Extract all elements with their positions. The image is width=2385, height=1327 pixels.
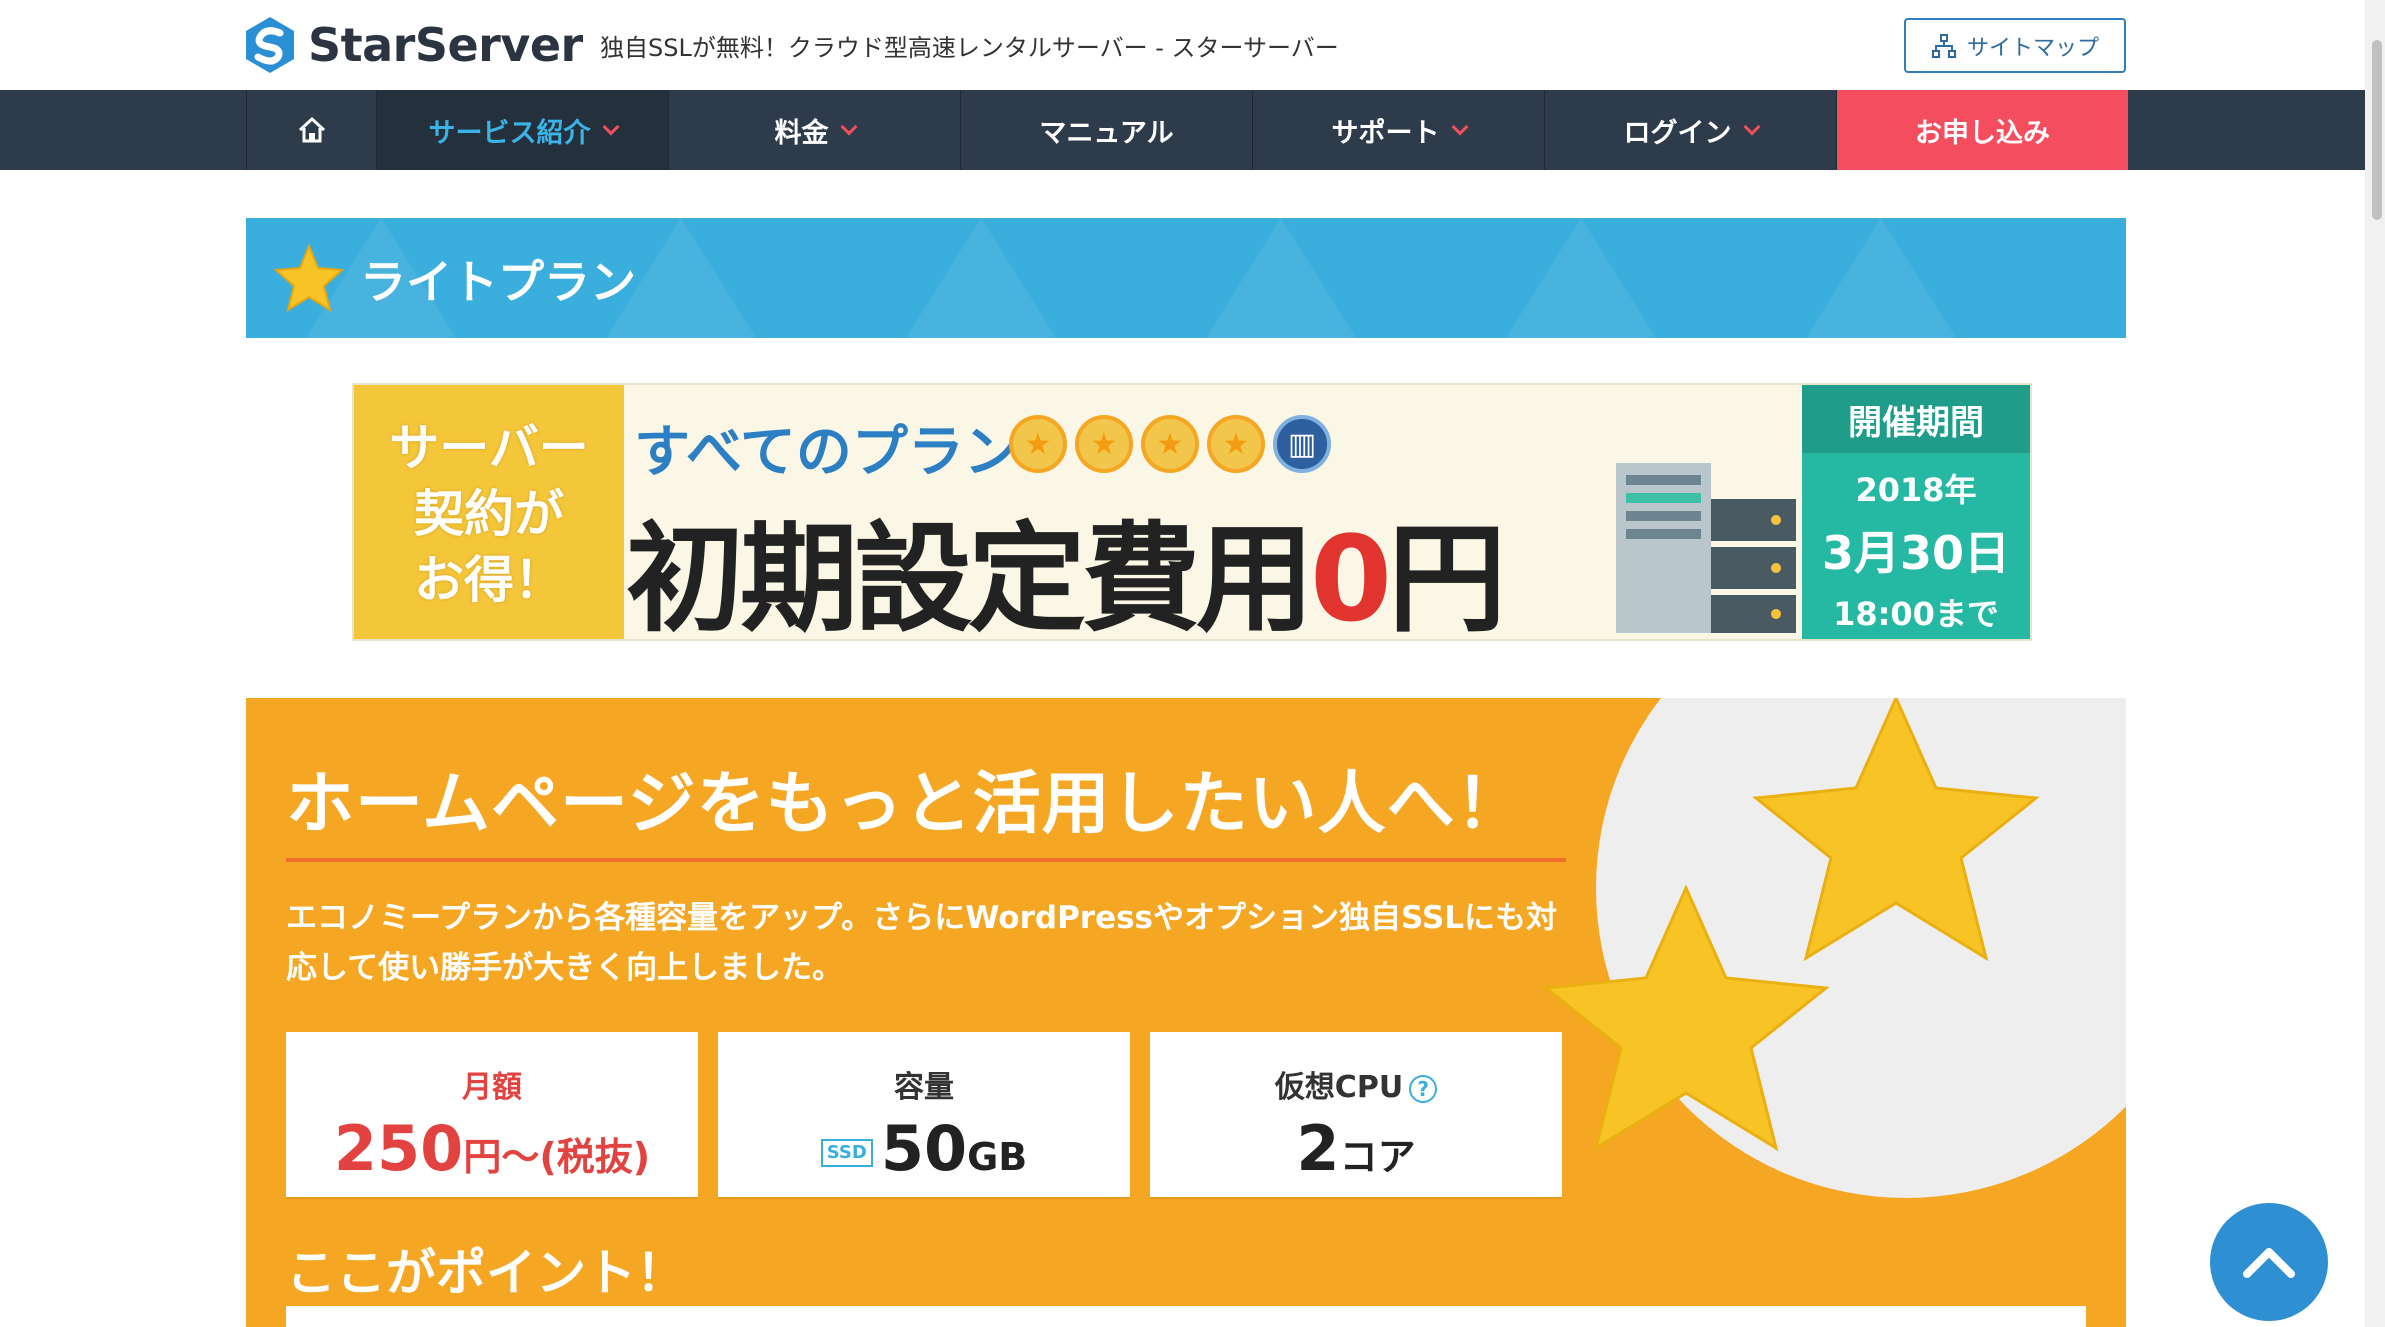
spec-cpu-value: 2 <box>1296 1112 1340 1185</box>
medal-star-icon: ★ <box>1141 415 1199 473</box>
promo-main-label: 初期設定費用 <box>626 510 1314 641</box>
medal-crown-icon: ★ <box>1207 415 1265 473</box>
spec-price-value: 250 <box>333 1112 464 1185</box>
promo-period-panel: 開催期間 2018年 3月30日 18:00まで <box>1802 385 2030 639</box>
medal-star-icon: ★ <box>1009 415 1067 473</box>
sitemap-label: サイトマップ <box>1966 35 2099 61</box>
plan-detail-section: ホームページをもっと活用したい人へ！ エコノミープランから各種容量をアップ。さら… <box>246 698 2126 1327</box>
period-year: 2018年 <box>1855 471 1977 509</box>
help-icon[interactable]: ? <box>1409 1074 1438 1103</box>
logo-icon <box>244 15 296 75</box>
promo-left-panel: サーバー 契約が お得！ <box>354 385 624 639</box>
spec-cpu-label: 仮想CPU <box>1274 1070 1404 1105</box>
scrollbar-thumb[interactable] <box>2372 40 2382 220</box>
section-headline: ホームページをもっと活用したい人へ！ <box>286 765 1525 844</box>
nav-apply-button[interactable]: お申し込み <box>1836 90 2128 170</box>
points-title: ここがポイント！ <box>286 1244 686 1302</box>
points-box <box>286 1306 2086 1327</box>
nav-service[interactable]: サービス紹介 <box>376 90 668 170</box>
home-icon <box>298 116 325 143</box>
nav-support[interactable]: サポート <box>1252 90 1544 170</box>
spec-card-price: 月額 250円〜(税抜) <box>286 1032 698 1197</box>
page-scrollbar[interactable] <box>2365 0 2385 1327</box>
promo-subtitle: すべてのプラン <box>634 420 1020 485</box>
promo-yen: 円 <box>1388 510 1506 641</box>
medal-star-icon: ★ <box>1075 415 1133 473</box>
promo-main-text: 初期設定費用0円 <box>626 483 1506 641</box>
ssd-badge: SSD <box>820 1138 873 1167</box>
chevron-up-icon <box>2243 1248 2295 1278</box>
logo[interactable]: StarServer <box>244 14 583 76</box>
nav-login[interactable]: ログイン <box>1544 90 1836 170</box>
main-nav: サービス紹介 料金 マニュアル サポート ログイン お申し込み <box>0 90 2385 170</box>
sitemap-icon <box>1931 33 1956 58</box>
spec-storage-value: 50 <box>880 1112 968 1185</box>
star-icon <box>274 244 344 312</box>
plan-title: ライトプラン <box>360 255 636 309</box>
nav-home[interactable] <box>246 90 376 170</box>
promo-zero: 0 <box>1310 510 1392 641</box>
promo-banner[interactable]: サーバー 契約が お得！ すべてのプラン ★ ★ ★ ★ ▥ 初期設定費用0円 … <box>352 383 2032 641</box>
promo-left-line-2: 契約が <box>414 485 564 543</box>
site-tagline: 独自SSLが無料！クラウド型高速レンタルサーバー - スターサーバー <box>600 34 1339 62</box>
divider <box>286 858 1566 862</box>
promo-left-line-1: サーバー <box>389 419 589 477</box>
top-header: StarServer 独自SSLが無料！クラウド型高速レンタルサーバー - スタ… <box>0 0 2385 90</box>
spec-storage-label: 容量 <box>894 1070 954 1105</box>
section-description: エコノミープランから各種容量をアップ。さらにWordPressやオプション独自S… <box>286 900 1558 986</box>
logo-text: StarServer <box>308 18 583 72</box>
chevron-down-icon <box>1451 118 1468 136</box>
spec-cards: 月額 250円〜(税抜) 容量 SSD 50GB 仮想CPU? 2コア <box>286 1032 1582 1197</box>
medal-building-icon: ▥ <box>1273 415 1331 473</box>
plan-medals: ★ ★ ★ ★ ▥ <box>1009 415 1339 473</box>
nav-service-label: サービス紹介 <box>428 117 591 149</box>
spec-cpu-unit: コア <box>1339 1135 1416 1179</box>
plan-banner: ライトプラン <box>246 218 2126 338</box>
nav-login-label: ログイン <box>1623 117 1732 149</box>
promo-left-line-3: お得！ <box>414 551 564 609</box>
spec-price-unit: 円〜(税抜) <box>463 1135 651 1179</box>
spec-price-label: 月額 <box>462 1070 522 1105</box>
chevron-down-icon <box>602 118 619 136</box>
nav-apply-label: お申し込み <box>1915 117 2050 149</box>
spec-card-cpu: 仮想CPU? 2コア <box>1150 1032 1562 1197</box>
server-illustration <box>1616 463 1796 633</box>
spec-card-storage: 容量 SSD 50GB <box>718 1032 1130 1197</box>
nav-manual-label: マニュアル <box>1039 117 1174 149</box>
period-title: 開催期間 <box>1802 385 2030 453</box>
nav-pricing-label: 料金 <box>774 117 829 149</box>
nav-manual[interactable]: マニュアル <box>960 90 1252 170</box>
nav-pricing[interactable]: 料金 <box>668 90 960 170</box>
scroll-to-top-button[interactable] <box>2210 1203 2328 1321</box>
period-time: 18:00まで <box>1833 595 1999 633</box>
sitemap-button[interactable]: サイトマップ <box>1904 18 2126 73</box>
period-date: 3月30日 <box>1821 526 2011 580</box>
chevron-down-icon <box>840 118 857 136</box>
spec-storage-unit: GB <box>967 1135 1028 1179</box>
nav-support-label: サポート <box>1331 117 1440 149</box>
chevron-down-icon <box>1743 118 1760 136</box>
